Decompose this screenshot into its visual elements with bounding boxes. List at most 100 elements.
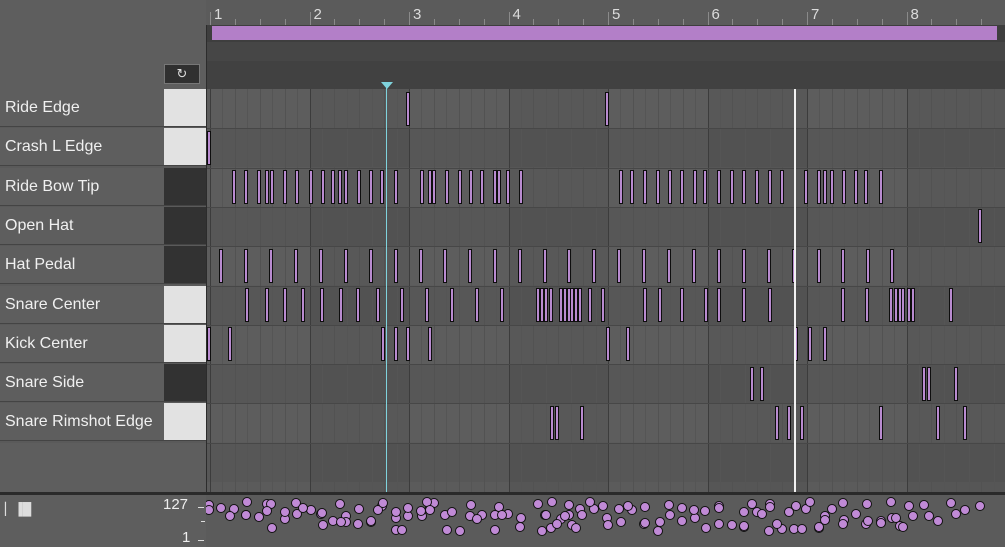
midi-note[interactable] [406, 91, 410, 126]
velocity-handle[interactable] [225, 511, 235, 521]
midi-note[interactable] [936, 405, 940, 440]
midi-note[interactable] [592, 248, 596, 283]
midi-note[interactable] [309, 170, 313, 205]
midi-note[interactable] [922, 366, 926, 401]
velocity-handle[interactable] [653, 526, 663, 536]
midi-note[interactable] [879, 170, 883, 205]
midi-note[interactable] [519, 170, 523, 205]
velocity-handle[interactable] [354, 504, 364, 514]
midi-note[interactable] [841, 248, 845, 283]
midi-note[interactable] [232, 170, 236, 205]
velocity-handle[interactable] [571, 523, 581, 533]
midi-note[interactable] [768, 288, 772, 322]
midi-note[interactable] [617, 248, 621, 283]
midi-note[interactable] [381, 327, 385, 362]
velocity-handle[interactable] [908, 511, 918, 521]
midi-note[interactable] [294, 248, 298, 283]
midi-note[interactable] [245, 288, 249, 322]
midi-note[interactable] [704, 288, 708, 322]
midi-note[interactable] [854, 170, 858, 205]
lane-key[interactable] [164, 128, 206, 167]
velocity-handle[interactable] [490, 525, 500, 535]
midi-note[interactable] [493, 248, 497, 283]
midi-note[interactable] [717, 288, 721, 322]
lane-key[interactable] [164, 324, 206, 363]
velocity-handle[interactable] [886, 497, 896, 507]
midi-note[interactable] [321, 170, 325, 205]
midi-note[interactable] [394, 327, 398, 362]
velocity-lane[interactable] [206, 495, 1005, 547]
midi-note[interactable] [331, 170, 335, 205]
loop-strip[interactable] [206, 25, 1005, 42]
velocity-handle[interactable] [700, 506, 710, 516]
velocity-handle[interactable] [960, 505, 970, 515]
midi-note[interactable] [420, 170, 424, 205]
midi-note[interactable] [207, 130, 211, 165]
velocity-handle[interactable] [797, 524, 807, 534]
velocity-handle[interactable] [442, 525, 452, 535]
midi-note[interactable] [680, 170, 684, 205]
midi-note[interactable] [680, 288, 684, 322]
velocity-handle[interactable] [403, 503, 413, 513]
midi-note[interactable] [394, 248, 398, 283]
midi-note[interactable] [265, 170, 269, 205]
midi-note[interactable] [469, 170, 473, 205]
midi-note[interactable] [656, 170, 660, 205]
lane-label[interactable]: Ride Edge [0, 89, 164, 127]
midi-note[interactable] [978, 209, 982, 244]
velocity-handle[interactable] [397, 525, 407, 535]
velocity-handle[interactable] [689, 505, 699, 515]
midi-note[interactable] [755, 170, 759, 205]
velocity-handle[interactable] [216, 503, 226, 513]
velocity-handle[interactable] [727, 520, 737, 530]
velocity-handle[interactable] [280, 507, 290, 517]
midi-note[interactable] [949, 288, 953, 322]
lane-label[interactable]: Crash L Edge [0, 128, 164, 167]
midi-note[interactable] [787, 405, 791, 440]
midi-note[interactable] [703, 170, 707, 205]
midi-note[interactable] [780, 170, 784, 205]
note-grid[interactable] [206, 89, 1005, 492]
midi-note[interactable] [549, 288, 553, 322]
velocity-handle[interactable] [366, 516, 376, 526]
midi-note[interactable] [400, 288, 404, 322]
midi-note[interactable] [841, 288, 845, 322]
velocity-handle[interactable] [714, 519, 724, 529]
velocity-handle[interactable] [862, 499, 872, 509]
lane-key[interactable] [164, 89, 206, 127]
velocity-handle[interactable] [455, 526, 465, 536]
midi-note[interactable] [750, 366, 754, 401]
midi-note[interactable] [658, 288, 662, 322]
midi-note[interactable] [380, 170, 384, 205]
midi-note[interactable] [506, 170, 510, 205]
velocity-handle[interactable] [784, 507, 794, 517]
midi-note[interactable] [817, 248, 821, 283]
midi-note[interactable] [244, 248, 248, 283]
velocity-handle[interactable] [747, 499, 757, 509]
lane-label[interactable]: Hat Pedal [0, 246, 164, 285]
velocity-handle[interactable] [547, 497, 557, 507]
midi-note[interactable] [865, 288, 869, 322]
midi-note[interactable] [879, 405, 883, 440]
velocity-handle[interactable] [585, 497, 595, 507]
midi-note[interactable] [768, 170, 772, 205]
lane-label[interactable]: Snare Rimshot Edge [0, 403, 164, 442]
midi-note[interactable] [730, 170, 734, 205]
midi-note[interactable] [219, 248, 223, 283]
midi-note[interactable] [283, 170, 287, 205]
lane-key[interactable] [164, 364, 206, 403]
velocity-handle[interactable] [640, 502, 650, 512]
midi-note[interactable] [500, 288, 504, 322]
velocity-handle[interactable] [765, 502, 775, 512]
midi-note[interactable] [692, 248, 696, 283]
midi-note[interactable] [443, 248, 447, 283]
midi-note[interactable] [717, 170, 721, 205]
velocity-handle[interactable] [336, 517, 346, 527]
velocity-handle[interactable] [317, 508, 327, 518]
velocity-handle[interactable] [598, 501, 608, 511]
midi-note[interactable] [338, 170, 342, 205]
midi-note[interactable] [605, 91, 609, 126]
velocity-handle[interactable] [241, 510, 251, 520]
velocity-handle[interactable] [739, 507, 749, 517]
midi-note[interactable] [301, 288, 305, 322]
